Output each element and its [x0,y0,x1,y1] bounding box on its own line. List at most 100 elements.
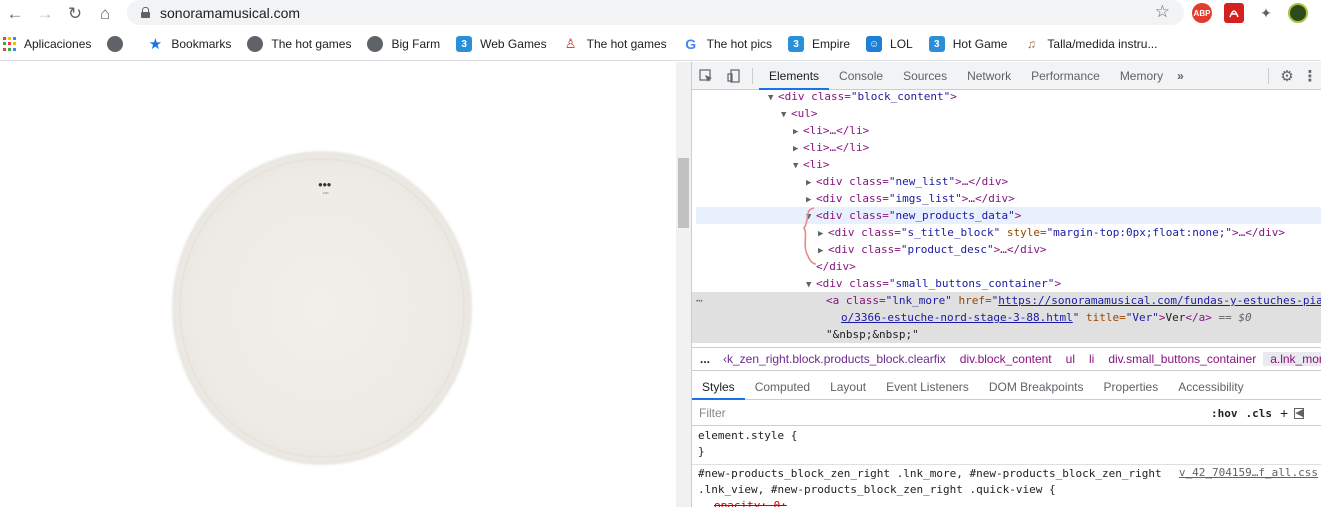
tab-event-listeners[interactable]: Event Listeners [876,374,979,400]
bookmark-label: Aplicaciones [24,37,92,51]
tab-accessibility[interactable]: Accessibility [1168,374,1253,400]
dom-node-new-products-data[interactable]: ▼ <div class="new_products_data"> [806,207,1021,224]
device-toolbar-icon[interactable] [720,62,748,90]
element-style-selector[interactable]: element.style { [698,428,797,444]
tab-dom-breakpoints[interactable]: DOM Breakpoints [979,374,1094,400]
inspect-element-icon[interactable] [692,62,720,90]
tab-elements[interactable]: Elements [759,62,830,90]
annotation-bracket [803,207,817,265]
href-link[interactable]: https://sonoramamusical.com/fundas-y-est… [998,294,1321,307]
tab-styles[interactable]: Styles [692,374,745,400]
tab-properties[interactable]: Properties [1094,374,1169,400]
rule-property[interactable]: opacity: 0; [714,498,787,507]
dom-node-li[interactable]: ▶ <li>…</li> [793,139,869,156]
tab-console[interactable]: Console [829,62,893,90]
bookmark-label: Bookmarks [171,37,232,51]
expanded-triangle-icon[interactable]: ▼ [806,277,816,294]
tab-computed[interactable]: Computed [745,374,820,400]
toolbar-divider [752,67,753,84]
google-icon: G [685,36,697,52]
breadcrumb-item[interactable]: ul [1059,352,1082,366]
dom-node-new-list[interactable]: ▶ <div class="new_list">…</div> [806,173,1008,190]
forward-button[interactable]: → [30,0,60,28]
dom-node-block-content[interactable]: ▼ <div class="block_content"> [768,90,957,105]
css-rules-pane: element.style { } #new-products_block_ze… [692,425,1321,507]
breadcrumb: ... ‹k_zen_right.block.products_block.cl… [692,347,1321,371]
node-actions-icon[interactable]: ⋯ [696,294,703,307]
tab-memory[interactable]: Memory [1110,62,1173,90]
home-button[interactable]: ⌂ [90,0,120,28]
rule-selector[interactable]: #new-products_block_zen_right .lnk_more,… [698,466,1162,482]
bookmark-label: The hot games [586,37,667,51]
bookmark-star-icon[interactable]: ☆ [1155,2,1170,22]
dom-node-text[interactable]: "&nbsp;&nbsp;" [826,326,919,343]
bookmarks-bar: Aplicaciones ★ Bookmarks The hot games B… [0,28,1321,61]
dom-node-lnk-more[interactable]: <a class="lnk_more" href="https://sonora… [826,292,1321,309]
back-button[interactable]: ← [0,0,30,28]
bookmark-the-hot-games-2[interactable]: ♙ The hot games [563,36,667,52]
bookmark-label: LOL [890,37,913,51]
drumhead-logo-sub: •••• [323,190,329,195]
lock-icon [141,7,150,18]
dom-node-li[interactable]: ▶ <li>…</li> [793,122,869,139]
breadcrumb-item[interactable]: div.small_buttons_container [1101,352,1263,366]
bookmark-label: Hot Game [952,37,1008,51]
dom-node-close-div[interactable]: </div> [816,258,856,275]
tab-performance[interactable]: Performance [1021,62,1110,90]
address-bar[interactable]: sonoramamusical.com ☆ [127,0,1184,25]
tab-sources[interactable]: Sources [893,62,957,90]
reload-button[interactable]: ↻ [60,0,90,28]
rule-source-link[interactable]: v_42_704159…f_all.css [1179,466,1318,479]
dom-node-small-buttons-container[interactable]: ▼ <div class="small_buttons_container"> [806,275,1061,292]
page-scrollbar[interactable] [676,62,691,507]
bookmark-lol[interactable]: ☺ LOL [866,36,913,52]
bookmark-apps[interactable]: Aplicaciones [2,37,91,51]
bookmark-label: Web Games [480,37,547,51]
bookmark-the-hot-games[interactable]: The hot games [247,36,351,52]
tab-network[interactable]: Network [957,62,1021,90]
breadcrumb-overflow[interactable]: ... [692,352,716,366]
bookmark-hot-game[interactable]: 3 Hot Game [928,36,1008,52]
adblock-icon[interactable]: ABP [1192,3,1212,23]
dom-node-imgs-list[interactable]: ▶ <div class="imgs_list">…</div> [806,190,1015,207]
toolbar-divider [1268,68,1269,84]
kebab-menu-icon[interactable]: ⋮ [1299,67,1321,85]
bookmark-web-games[interactable]: 3 Web Games [456,36,547,52]
dom-node-product-desc[interactable]: ▶ <div class="product_desc">…</div> [818,241,1047,258]
expanded-triangle-icon[interactable]: ▼ [781,107,791,124]
tab-layout[interactable]: Layout [820,374,876,400]
bookmark-label: Talla/medida instru... [1047,37,1158,51]
bookmark-empire[interactable]: 3 Empire [788,36,850,52]
bookmark-globe[interactable] [107,36,131,52]
href-link[interactable]: o/3366-estuche-nord-stage-3-88.html [841,311,1073,324]
pdf-icon[interactable] [1224,3,1244,23]
puzzle-icon[interactable]: ✦ [1256,3,1276,23]
bookmark-big-farm[interactable]: Big Farm [367,36,440,52]
bookmark-label: Big Farm [391,37,441,51]
more-tabs-icon[interactable]: » [1173,62,1188,90]
rule-selector-cont[interactable]: .lnk_view, #new-products_block_zen_right… [698,482,1056,498]
add-rule-button[interactable]: + [1280,405,1288,421]
dom-node-s-title-block[interactable]: ▶ <div class="s_title_block" style="margi… [818,224,1285,241]
dom-node-ul[interactable]: ▼ <ul> [781,105,818,122]
product-image[interactable]: ●●● •••• [173,152,471,464]
bookmark-talla-medida[interactable]: ♫ Talla/medida instru... [1023,36,1158,52]
breadcrumb-item-active[interactable]: a.lnk_more [1263,352,1321,366]
expanded-triangle-icon[interactable]: ▼ [793,158,803,175]
bookmark-the-hot-pics[interactable]: G The hot pics [683,36,772,52]
dom-node-lnk-more-cont[interactable]: o/3366-estuche-nord-stage-3-88.html" tit… [841,309,1252,326]
class-toggle[interactable]: .cls [1246,407,1273,420]
scrollbar-thumb[interactable] [678,158,689,228]
hover-state-toggle[interactable]: :hov [1211,407,1238,420]
styles-filter-input[interactable] [695,403,1201,423]
bookmark-bookmarks[interactable]: ★ Bookmarks [147,36,232,53]
gear-icon[interactable]: ⚙ [1275,67,1299,85]
avatar-icon[interactable] [1288,3,1308,23]
guitar-icon: ♫ [1026,37,1036,51]
expanded-triangle-icon[interactable]: ▼ [768,90,778,107]
breadcrumb-item[interactable]: li [1082,352,1101,366]
breadcrumb-item[interactable]: div.block_content [953,352,1059,366]
breadcrumb-item[interactable]: ‹k_zen_right.block.products_block.clearf… [716,352,953,366]
computed-sidebar-icon[interactable]: ◀ [1294,407,1305,419]
dom-node-li-expanded[interactable]: ▼ <li> [793,156,830,173]
